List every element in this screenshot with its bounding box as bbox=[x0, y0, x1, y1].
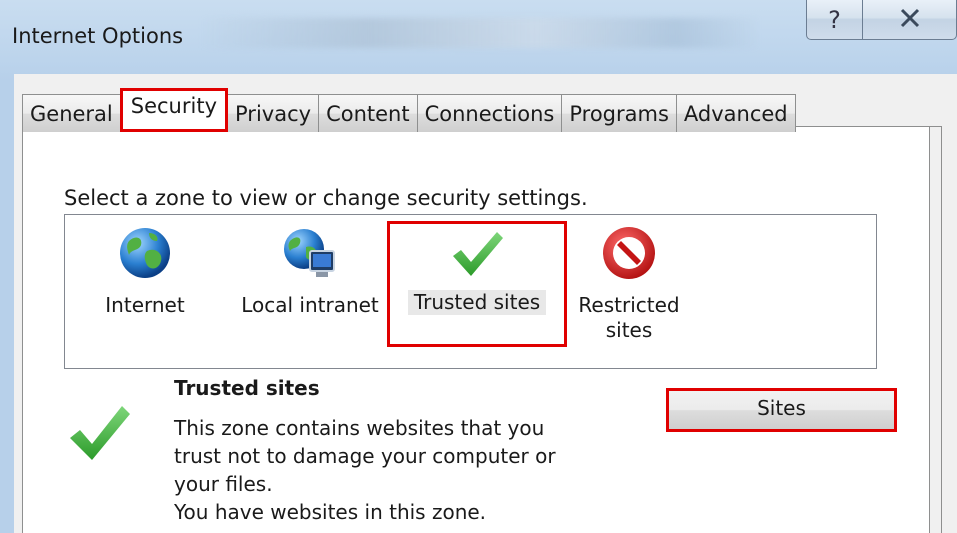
zone-detail-checkmark-icon bbox=[70, 406, 130, 460]
globe-icon bbox=[120, 228, 170, 278]
tab-programs[interactable]: Programs bbox=[561, 94, 677, 132]
title-bar-background bbox=[200, 18, 760, 48]
zone-trusted-sites-label: Trusted sites bbox=[407, 290, 547, 315]
tab-strip: General Security Privacy Content Connect… bbox=[22, 88, 796, 132]
tab-security[interactable]: Security bbox=[119, 88, 229, 132]
zone-detail-status: You have websites in this zone. bbox=[174, 500, 487, 524]
help-button[interactable]: ? bbox=[806, 0, 863, 40]
zone-restricted-sites[interactable]: Restricted sites bbox=[569, 215, 689, 365]
select-zone-label: Select a zone to view or change security… bbox=[64, 186, 588, 210]
zone-detail-title: Trusted sites bbox=[174, 376, 320, 400]
tab-content[interactable]: Content bbox=[318, 94, 418, 132]
zone-list: Internet Local intranet Trusted sites Re… bbox=[64, 214, 877, 369]
restricted-icon bbox=[603, 227, 655, 279]
tab-advanced[interactable]: Advanced bbox=[675, 94, 796, 132]
zone-internet[interactable]: Internet bbox=[95, 215, 195, 365]
zone-restricted-sites-label: Restricted sites bbox=[578, 293, 680, 342]
checkmark-icon bbox=[453, 232, 503, 276]
close-icon bbox=[899, 6, 921, 34]
zone-trusted-sites[interactable]: Trusted sites bbox=[387, 221, 567, 347]
tab-privacy[interactable]: Privacy bbox=[227, 94, 320, 132]
panel-edge bbox=[929, 127, 941, 533]
help-icon: ? bbox=[828, 5, 841, 34]
zone-detail-description: This zone contains websites that you tru… bbox=[174, 414, 614, 526]
window-title: Internet Options bbox=[12, 24, 184, 48]
intranet-globe-icon bbox=[284, 229, 335, 277]
zone-local-intranet-label: Local intranet bbox=[241, 293, 379, 317]
zone-local-intranet[interactable]: Local intranet bbox=[233, 215, 387, 365]
zone-internet-label: Internet bbox=[105, 293, 185, 317]
close-button[interactable] bbox=[863, 0, 957, 40]
internet-options-window: Internet Options ? General Security Priv… bbox=[0, 0, 957, 533]
sites-button[interactable]: Sites bbox=[666, 388, 897, 432]
tab-general[interactable]: General bbox=[22, 94, 121, 132]
tab-connections[interactable]: Connections bbox=[416, 94, 563, 132]
